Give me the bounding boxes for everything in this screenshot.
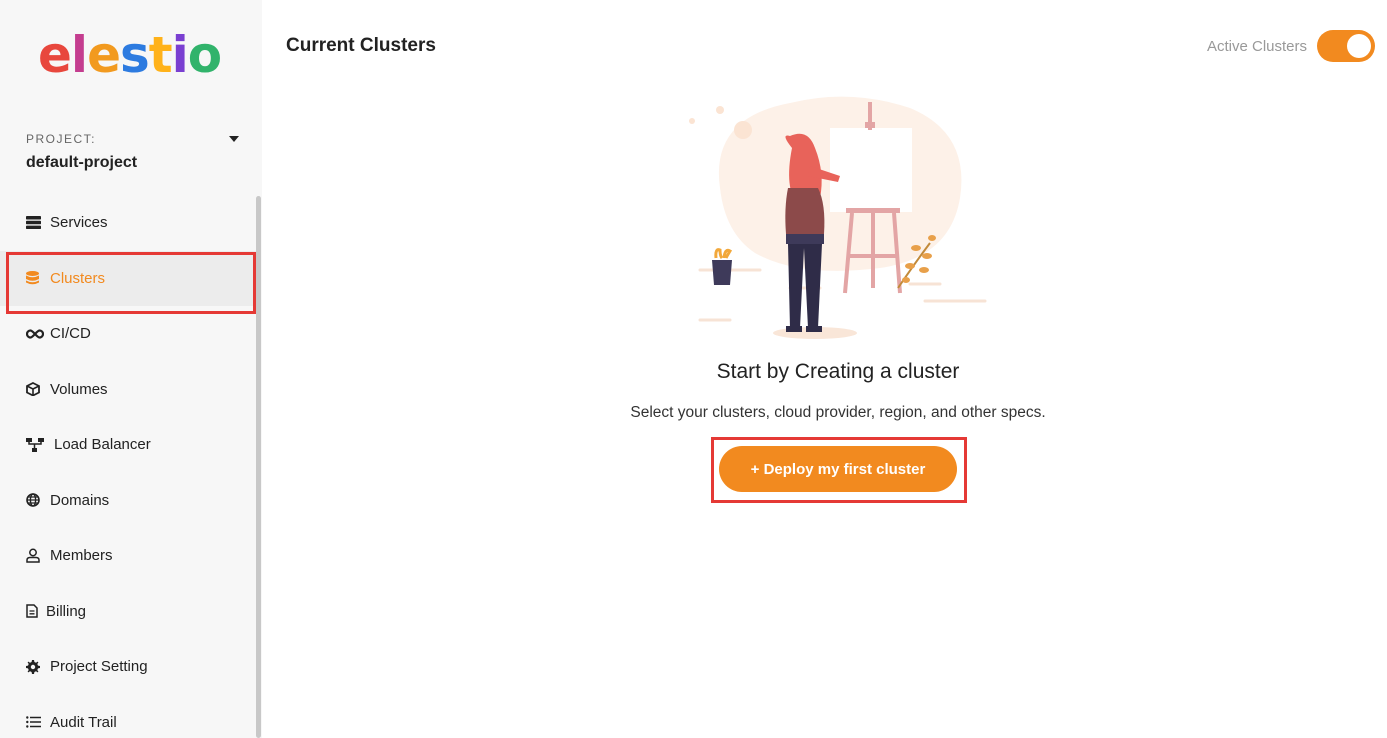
sidebar-item-label: CI/CD	[50, 325, 91, 343]
logo-letter: e	[87, 26, 121, 84]
empty-state-subtitle: Select your clusters, cloud provider, re…	[630, 404, 1046, 421]
sidebar-item-clusters[interactable]: Clusters	[0, 250, 256, 313]
active-clusters-toggle-group: Active Clusters	[1207, 30, 1375, 62]
sidebar-item-project-setting[interactable]: Project Setting	[0, 639, 256, 695]
active-clusters-toggle[interactable]	[1317, 30, 1375, 62]
logo-letter: s	[119, 26, 150, 84]
toggle-knob	[1347, 34, 1371, 58]
sidebar-item-load-balancer[interactable]: Load Balancer	[0, 417, 256, 473]
sidebar-item-label: Project Setting	[50, 658, 148, 676]
sidebar-item-label: Audit Trail	[50, 713, 117, 731]
project-selector[interactable]: PROJECT: default-project	[26, 132, 241, 172]
caret-down-icon[interactable]	[229, 136, 239, 142]
page-title: Current Clusters	[286, 35, 436, 56]
logo-letter: l	[70, 26, 88, 84]
sidebar-item-services[interactable]: Services	[0, 195, 256, 251]
list-icon	[26, 714, 44, 730]
sidebar-scrollbar[interactable]	[256, 196, 261, 738]
sidebar-item-label: Billing	[46, 602, 87, 620]
server-icon	[26, 215, 44, 231]
sidebar-item-domains[interactable]: Domains	[0, 473, 256, 529]
logo-letter: o	[187, 26, 222, 84]
document-icon	[26, 603, 40, 619]
sidebar-item-label: Domains	[50, 491, 110, 509]
sidebar-nav: Services Clusters CI/CD Volumes Load Bal…	[0, 195, 256, 738]
logo-letter: i	[171, 26, 189, 84]
network-icon	[26, 437, 48, 453]
sidebar-item-label: Load Balancer	[54, 436, 151, 454]
cube-icon	[26, 381, 44, 397]
sidebar-item-label: Clusters	[50, 269, 106, 287]
elestio-logo[interactable]: elestio	[38, 26, 222, 84]
empty-state-title: Start by Creating a cluster	[716, 360, 960, 383]
project-label: PROJECT:	[26, 132, 97, 146]
logo-letter: t	[148, 26, 173, 84]
infinity-icon	[26, 326, 44, 342]
gear-icon	[26, 659, 44, 675]
toggle-label: Active Clusters	[1206, 37, 1307, 55]
sidebar-item-volumes[interactable]: Volumes	[0, 362, 256, 418]
sidebar-item-label: Members	[50, 547, 113, 565]
empty-state-illustration	[680, 88, 1000, 348]
logo-letter: e	[38, 26, 72, 84]
sidebar-item-members[interactable]: Members	[0, 528, 256, 584]
sidebar-item-label: Services	[50, 214, 108, 232]
user-icon	[26, 548, 44, 564]
sidebar: elestio PROJECT: default-project Service…	[0, 0, 262, 738]
sidebar-item-label: Volumes	[50, 380, 108, 398]
sidebar-item-audit-trail[interactable]: Audit Trail	[0, 695, 256, 738]
project-name: default-project	[26, 154, 138, 171]
sidebar-item-cicd[interactable]: CI/CD	[0, 306, 256, 362]
sidebar-item-billing[interactable]: Billing	[0, 584, 256, 640]
database-icon	[26, 270, 44, 286]
globe-icon	[26, 492, 44, 508]
deploy-first-cluster-button[interactable]: + Deploy my first cluster	[719, 446, 957, 492]
